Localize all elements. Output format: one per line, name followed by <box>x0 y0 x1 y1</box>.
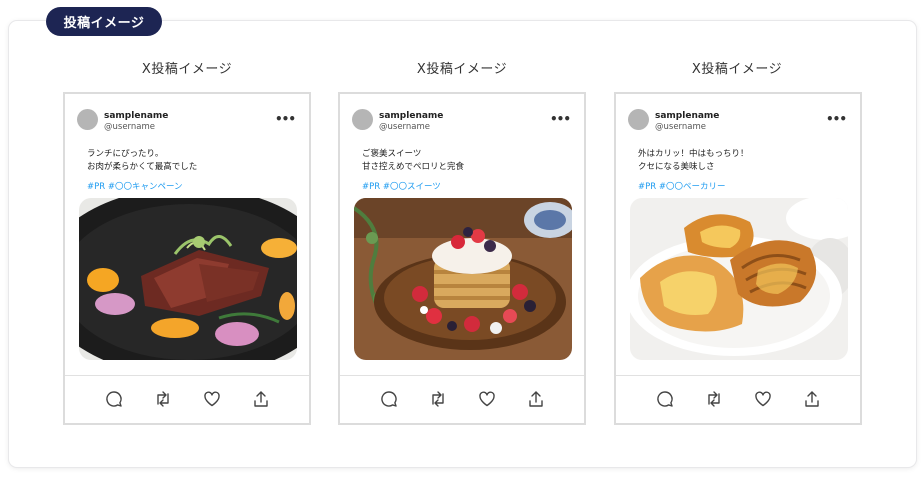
repost-icon[interactable] <box>153 389 173 409</box>
display-name[interactable]: samplename <box>104 111 168 121</box>
post-card: samplename @username ••• ご褒美スイーツ 甘さ控えめでペ… <box>338 92 586 425</box>
reply-icon[interactable] <box>655 389 675 409</box>
post-text: ご褒美スイーツ 甘さ控えめでペロリと完食 <box>362 148 562 174</box>
divider <box>616 375 860 376</box>
avatar[interactable] <box>352 109 373 130</box>
post-card: samplename @username ••• 外はカリッ！中はもっちり！ ク… <box>614 92 862 425</box>
post-text-line: 甘さ控えめでペロリと完食 <box>362 162 465 172</box>
section-label-pill: 投稿イメージ <box>46 7 162 36</box>
post-hashtags[interactable]: #PR #〇〇スイーツ <box>362 180 441 192</box>
more-options-icon[interactable]: ••• <box>826 112 847 126</box>
share-icon[interactable] <box>526 389 546 409</box>
repost-icon[interactable] <box>428 389 448 409</box>
display-name[interactable]: samplename <box>655 111 719 121</box>
column-title: X投稿イメージ <box>691 62 783 77</box>
post-image-pastries[interactable] <box>630 198 848 360</box>
reply-icon[interactable] <box>379 389 399 409</box>
share-icon[interactable] <box>251 389 271 409</box>
column-title: X投稿イメージ <box>416 62 508 77</box>
divider <box>65 375 309 376</box>
repost-icon[interactable] <box>704 389 724 409</box>
post-text: 外はカリッ！中はもっちり！ クセになる美味しさ <box>638 148 838 174</box>
post-text-line: ランチにぴったり。 <box>87 149 164 159</box>
post-text-line: クセになる美味しさ <box>638 162 715 172</box>
like-icon[interactable] <box>477 389 497 409</box>
post-text-line: ご褒美スイーツ <box>362 149 422 159</box>
user-handle[interactable]: @username <box>655 122 706 132</box>
user-handle[interactable]: @username <box>104 122 155 132</box>
column-title: X投稿イメージ <box>141 62 233 77</box>
display-name[interactable]: samplename <box>379 111 443 121</box>
user-handle[interactable]: @username <box>379 122 430 132</box>
avatar[interactable] <box>628 109 649 130</box>
post-text-line: 外はカリッ！中はもっちり！ <box>638 149 749 159</box>
more-options-icon[interactable]: ••• <box>275 112 296 126</box>
post-image-pancakes[interactable] <box>354 198 572 360</box>
like-icon[interactable] <box>202 389 222 409</box>
more-options-icon[interactable]: ••• <box>550 112 571 126</box>
post-image-roast-duck[interactable] <box>79 198 297 360</box>
post-hashtags[interactable]: #PR #〇〇ベーカリー <box>638 180 725 192</box>
like-icon[interactable] <box>753 389 773 409</box>
post-text: ランチにぴったり。 お肉が柔らかくて最高でした <box>87 148 287 174</box>
post-hashtags[interactable]: #PR #〇〇キャンペーン <box>87 180 183 192</box>
divider <box>340 375 584 376</box>
post-card: samplename @username ••• ランチにぴったり。 お肉が柔ら… <box>63 92 311 425</box>
post-text-line: お肉が柔らかくて最高でした <box>87 162 198 172</box>
share-icon[interactable] <box>802 389 822 409</box>
reply-icon[interactable] <box>104 389 124 409</box>
avatar[interactable] <box>77 109 98 130</box>
